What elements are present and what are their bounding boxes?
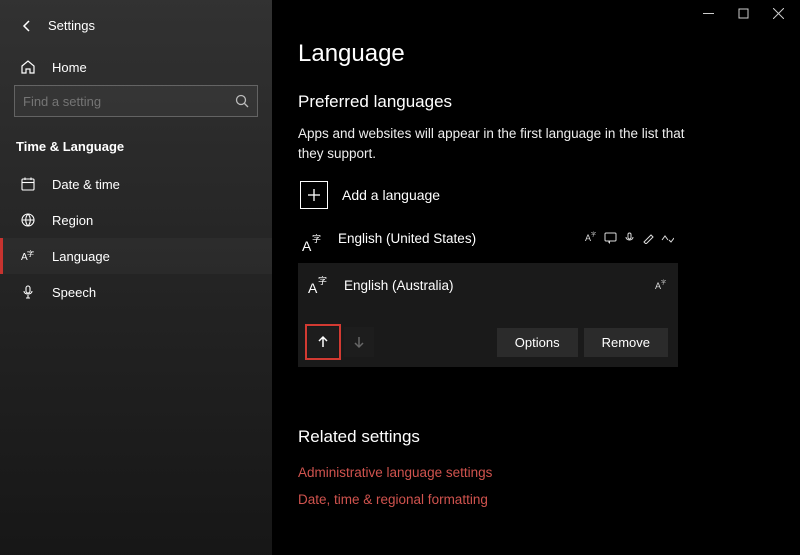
language-item[interactable]: A字 English (United States) A字	[298, 223, 678, 263]
related-link-admin[interactable]: Administrative language settings	[298, 459, 774, 486]
sidebar-item-home[interactable]: Home	[0, 49, 272, 85]
sidebar-header: Settings	[0, 10, 272, 49]
plus-icon	[300, 181, 328, 209]
main-area: Language Preferred languages Apps and we…	[272, 0, 800, 555]
close-icon[interactable]	[773, 8, 784, 19]
preferred-languages-title: Preferred languages	[298, 92, 774, 112]
svg-text:字: 字	[27, 249, 34, 258]
window-title: Settings	[48, 18, 95, 33]
feature-tts-icon	[604, 231, 617, 244]
search-input[interactable]	[23, 94, 235, 109]
language-label: English (United States)	[338, 231, 476, 246]
search-box[interactable]	[14, 85, 258, 117]
home-icon	[20, 59, 36, 75]
home-label: Home	[52, 60, 87, 75]
svg-text:A: A	[302, 238, 312, 254]
language-glyph-icon: A字	[302, 233, 324, 255]
add-language-button[interactable]: Add a language	[298, 177, 774, 213]
back-icon[interactable]	[20, 19, 34, 33]
language-glyph-icon: A字	[308, 275, 330, 297]
related-link-datetime[interactable]: Date, time & regional formatting	[298, 486, 774, 513]
sidebar-item-label: Region	[52, 213, 93, 228]
language-label: English (Australia)	[344, 278, 454, 293]
page-title: Language	[298, 40, 774, 68]
language-features: A字	[585, 231, 674, 244]
move-up-button[interactable]	[308, 327, 338, 357]
language-item-selected[interactable]: A字 English (Australia) A字 Options Remove	[298, 263, 678, 367]
feature-display-icon: A字	[655, 279, 668, 292]
sidebar-item-label: Language	[52, 249, 110, 264]
move-down-button[interactable]	[344, 327, 374, 357]
sidebar-section-title: Time & Language	[0, 125, 272, 166]
sidebar-item-region[interactable]: Region	[0, 202, 272, 238]
svg-text:字: 字	[591, 231, 596, 238]
microphone-icon	[20, 284, 36, 300]
svg-text:字: 字	[661, 279, 666, 286]
options-button[interactable]: Options	[497, 328, 578, 357]
feature-handwriting-icon	[642, 231, 655, 244]
arrow-down-icon	[352, 335, 366, 349]
sidebar-item-language[interactable]: A字 Language	[0, 238, 272, 274]
maximize-icon[interactable]	[738, 8, 749, 19]
sidebar: Settings Home Time & Language Date & tim…	[0, 0, 272, 555]
add-language-label: Add a language	[342, 187, 440, 203]
search-icon	[235, 94, 249, 108]
svg-text:A: A	[308, 280, 318, 296]
language-icon: A字	[20, 248, 36, 264]
content: Language Preferred languages Apps and we…	[272, 0, 800, 513]
arrow-up-icon	[316, 335, 330, 349]
svg-text:字: 字	[312, 233, 321, 244]
clock-icon	[20, 176, 36, 192]
feature-speech-icon	[623, 231, 636, 244]
svg-text:字: 字	[318, 275, 327, 286]
sidebar-item-label: Date & time	[52, 177, 120, 192]
language-item-header: A字 English (Australia) A字	[308, 273, 668, 297]
sidebar-item-date-time[interactable]: Date & time	[0, 166, 272, 202]
remove-button[interactable]: Remove	[584, 328, 668, 357]
globe-icon	[20, 212, 36, 228]
search-container	[0, 85, 272, 125]
feature-spellcheck-icon	[661, 231, 674, 244]
language-actions: Options Remove	[308, 327, 668, 357]
feature-display-icon: A字	[585, 231, 598, 244]
minimize-icon[interactable]	[703, 8, 714, 19]
language-features: A字	[655, 279, 668, 292]
window-controls	[687, 0, 800, 27]
related-settings-title: Related settings	[298, 427, 774, 447]
sidebar-item-speech[interactable]: Speech	[0, 274, 272, 310]
sidebar-item-label: Speech	[52, 285, 96, 300]
preferred-languages-desc: Apps and websites will appear in the fir…	[298, 124, 688, 163]
